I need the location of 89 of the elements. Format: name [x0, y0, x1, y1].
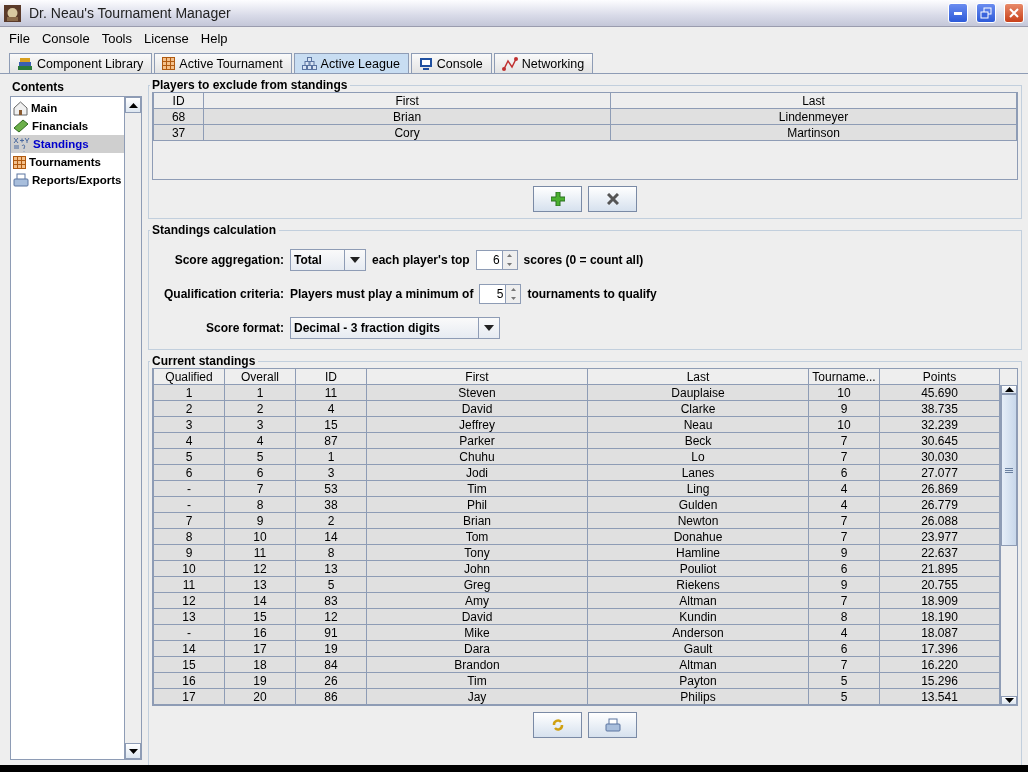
column-header[interactable]: Points — [879, 369, 1000, 385]
down-arrow-icon — [128, 748, 138, 754]
column-header[interactable]: Overall — [224, 369, 296, 385]
menu-item[interactable]: File — [3, 30, 36, 46]
sidebar-item[interactable]: Reports/Exports — [11, 171, 124, 189]
minimize-button[interactable] — [948, 3, 968, 23]
up-arrow-icon — [128, 102, 138, 108]
network-icon — [501, 56, 518, 71]
print-button[interactable] — [588, 712, 637, 738]
refresh-icon — [550, 718, 565, 732]
caret-icon — [350, 257, 360, 263]
spinner-field[interactable]: 5 — [479, 284, 522, 304]
scrollbar[interactable] — [1000, 385, 1017, 705]
up-arrow-icon — [507, 254, 513, 257]
menu-item[interactable]: Console — [35, 30, 96, 46]
grip-icon — [1005, 467, 1013, 473]
plus-icon — [550, 192, 565, 206]
down-arrow-icon — [510, 297, 516, 300]
tab-label: Console — [436, 56, 483, 71]
menu-item[interactable]: Help — [194, 30, 234, 46]
sidebar-item-label: Main — [31, 102, 58, 114]
field-label: Score format: — [204, 321, 284, 335]
section-title: Current standings — [151, 354, 257, 368]
column-header[interactable]: ID — [295, 369, 367, 385]
sidebar-item[interactable]: Standings — [11, 135, 124, 153]
up-arrow-icon — [510, 288, 516, 291]
down-arrow-icon — [507, 263, 513, 266]
field-text: tournaments to qualify — [527, 287, 657, 301]
printer-icon — [13, 172, 29, 188]
section-title: Standings calculation — [151, 223, 278, 237]
formula-icon — [13, 136, 30, 152]
column-header[interactable]: Tourname... — [808, 369, 880, 385]
tab[interactable]: Active League — [293, 53, 409, 73]
house-icon — [13, 100, 28, 116]
money-icon — [13, 119, 29, 133]
tab[interactable]: Console — [410, 53, 492, 73]
section-title: Players to exclude from standings — [151, 78, 349, 92]
app-icon — [4, 4, 21, 22]
sidebar-item-label: Reports/Exports — [32, 174, 122, 186]
down-arrow-icon — [1004, 698, 1014, 703]
spinner-field[interactable]: 6 — [475, 250, 518, 270]
grid-icon — [162, 57, 176, 70]
sidebar-item[interactable]: Financials — [11, 117, 124, 135]
printer-icon — [604, 717, 621, 733]
add-button[interactable] — [533, 186, 582, 212]
monitor-icon — [418, 56, 433, 71]
field-text: scores (0 = count all) — [523, 253, 644, 267]
sidebar-item-label: Standings — [33, 138, 89, 150]
column-header[interactable]: Qualified — [153, 369, 225, 385]
menu-item[interactable]: License — [138, 30, 195, 46]
column-header[interactable]: ID — [153, 93, 204, 109]
minimize-icon — [954, 11, 962, 15]
field-label: Score aggregation: — [173, 253, 284, 267]
cross-icon — [606, 193, 619, 205]
tab[interactable]: Networking — [493, 53, 594, 73]
column-header[interactable]: First — [366, 369, 588, 385]
field-text: Players must play a minimum of — [290, 287, 474, 301]
tab-label: Active League — [320, 56, 400, 71]
column-header[interactable]: First — [203, 93, 611, 109]
tab-label: Component Library — [37, 56, 144, 71]
scrollbar[interactable] — [124, 97, 141, 759]
grid-icon — [13, 155, 26, 169]
restore-icon — [980, 7, 992, 19]
format-dropdown[interactable]: Decimal - 3 fraction digits — [290, 317, 500, 339]
aggregation-dropdown[interactable]: Total — [290, 249, 366, 271]
restore-button[interactable] — [976, 3, 996, 23]
field-text: each player's top — [372, 253, 470, 267]
close-button[interactable] — [1004, 3, 1024, 23]
sidebar-item[interactable]: Main — [11, 99, 124, 117]
tab[interactable]: Active Tournament — [154, 53, 292, 73]
menu-item[interactable]: Tools — [95, 30, 138, 46]
window-title: Dr. Neau's Tournament Manager — [29, 5, 232, 21]
up-arrow-icon — [1004, 387, 1014, 392]
column-header[interactable]: Last — [587, 369, 809, 385]
refresh-button[interactable] — [533, 712, 582, 738]
tab-label: Active Tournament — [179, 56, 283, 71]
caret-icon — [484, 325, 494, 331]
pyramid-icon — [301, 57, 317, 70]
contents-title: Contents — [11, 79, 65, 96]
sidebar-item-label: Financials — [32, 120, 89, 132]
close-icon — [1009, 8, 1019, 18]
sidebar-item[interactable]: Tournaments — [11, 153, 124, 171]
books-icon — [17, 56, 33, 71]
remove-button[interactable] — [588, 186, 637, 212]
tab[interactable]: Component Library — [9, 53, 153, 73]
tab-label: Networking — [521, 56, 585, 71]
sidebar-item-label: Tournaments — [29, 156, 101, 168]
field-label: Qualification criteria: — [162, 287, 284, 301]
column-header[interactable]: Last — [610, 93, 1017, 109]
